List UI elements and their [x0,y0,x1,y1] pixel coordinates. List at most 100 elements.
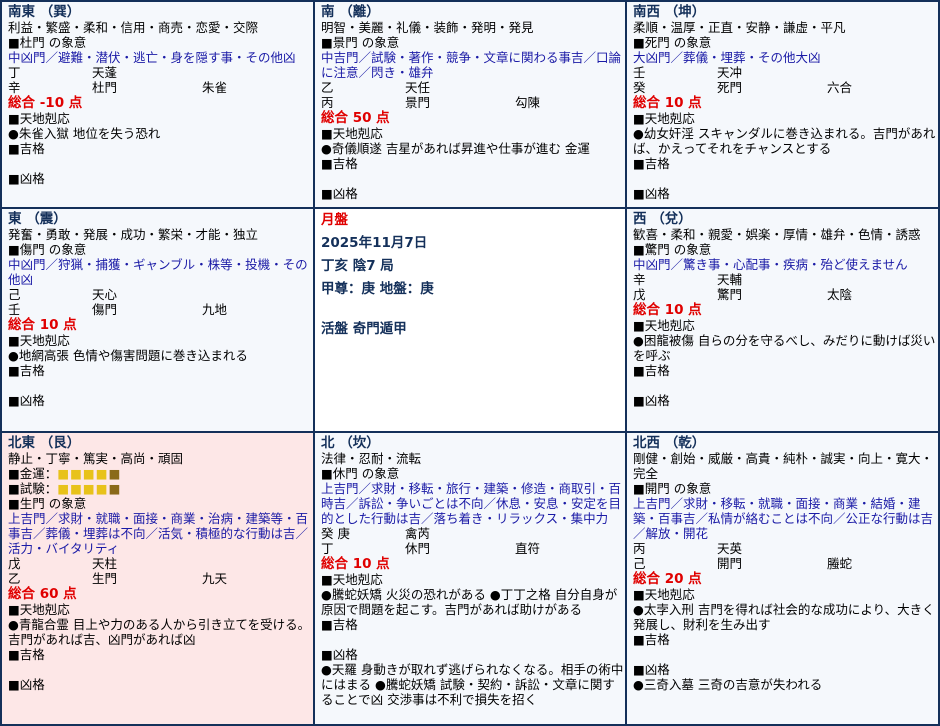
board-method: 活盤 奇門遁甲 [321,321,407,337]
door-heading: ■休門 の象意 [321,466,400,481]
door-heading: ■傷門 の象意 [8,242,87,257]
door-meaning: 上吉門／求財・移転・就職・面接・商業・結婚・建築・百事吉／私情が絡むことは不向／… [633,496,934,541]
cell-south: 南 （離） 明智・美麗・礼儀・装飾・発明・発見 ■景門 の象意 中吉門／試験・著… [315,2,627,209]
palace-row-2: 癸死門 六合 [633,80,853,95]
direction-title: 南西 （坤） [633,4,706,20]
exam-luck-meter: ■■■■■ [57,481,122,496]
response-text: ●騰蛇妖矯 火災の恐れがある ●丁丁之格 自分自身が原因で問題を起こす。吉門があ… [321,587,618,617]
bad-pattern-heading: ■凶格 [633,393,670,408]
direction-title: 北東 （艮） [8,435,81,451]
palace-row-1: 丙天英 [633,541,743,556]
cell-west: 西 （兌） 歓喜・柔和・親愛・娯楽・厚情・雄弁・色情・誘惑 ■驚門 の象意 中凶… [627,209,938,433]
total-score: 総合 20 点 [633,571,702,587]
bad-pattern-text: ●三奇入墓 三奇の吉意が失われる [633,677,823,692]
response-text: ●太孛入刑 吉門を得れば社会的な成功により、大きく発展し、財利を生み出す [633,602,935,632]
traits: 明智・美麗・礼儀・装飾・発明・発見 [321,20,534,35]
direction-title: 南 （離） [321,4,380,20]
response-heading: ■天地剋応 [321,572,383,587]
palace-row-2: 壬傷門 九地 [8,302,228,317]
door-heading: ■生門 の象意 [8,496,87,511]
good-pattern-heading: ■吉格 [8,647,45,662]
direction-title: 南東 （巽） [8,4,81,20]
response-heading: ■天地剋応 [8,602,70,617]
palace-row-2: 己開門 螣蛇 [633,556,853,571]
bad-pattern-text: ●天羅 身動きが取れず逃げられなくなる。相手の術中にはまる ●騰蛇妖矯 試験・契… [321,662,624,707]
money-luck-row: ■金運：■■■■■ [8,466,313,481]
good-pattern-heading: ■吉格 [321,156,358,171]
door-meaning: 中凶門／驚き事・心配事・疾病・殆ど使えません [633,257,908,272]
palace-row-1: 癸 庚禽芮 [321,526,431,541]
response-heading: ■天地剋応 [633,587,695,602]
total-score: 総合 -10 点 [8,95,83,111]
direction-title: 東 （震） [8,211,67,227]
palace-row-1: 壬天冲 [633,65,743,80]
palace-row-1: 丁天蓬 [8,65,118,80]
door-heading: ■杜門 の象意 [8,35,87,50]
door-heading: ■開門 の象意 [633,481,712,496]
palace-row-2: 丁休門 直符 [321,541,541,556]
board-date: 2025年11月7日 [321,235,428,251]
bad-pattern-heading: ■凶格 [8,677,45,692]
money-luck-label: ■金運： [8,466,58,481]
bad-pattern-heading: ■凶格 [8,393,45,408]
direction-title: 北 （坎） [321,435,380,451]
total-score: 総合 10 点 [633,95,702,111]
response-text: ●青龍合霊 目上や力のある人から引き立てを受ける。吉門があれば吉、凶門があれば凶 [8,617,311,647]
traits: 静止・丁寧・篤実・高尚・頑固 [8,451,184,466]
traits: 利益・繁盛・柔和・信用・商売・恋愛・交際 [8,20,259,35]
bad-pattern-heading: ■凶格 [321,186,358,201]
traits: 歓喜・柔和・親愛・娯楽・厚情・雄弁・色情・誘惑 [633,227,921,242]
bad-pattern-heading: ■凶格 [321,647,358,662]
cell-northwest: 北西 （乾） 剛健・創始・威厳・高貴・純朴・誠実・向上・寛大・完全 ■開門 の象… [627,433,938,724]
response-heading: ■天地剋応 [633,111,695,126]
good-pattern-heading: ■吉格 [8,141,45,156]
good-pattern-heading: ■吉格 [321,617,358,632]
response-text: ●朱雀入獄 地位を失う恐れ [8,126,161,141]
response-text: ●幼女奸淫 スキャンダルに巻き込まれる。吉門があれば、かえってそれをチャンスとす… [633,126,936,156]
door-heading: ■驚門 の象意 [633,242,712,257]
cell-center: 月盤 2025年11月7日 丁亥 陰7 局 甲尊：庚 地盤：庚 活盤 奇門遁甲 [315,209,627,433]
palace-row-2: 辛杜門 朱雀 [8,80,228,95]
total-score: 総合 10 点 [8,317,77,333]
total-score: 総合 10 点 [633,302,702,318]
cell-southeast: 南東 （巽） 利益・繁盛・柔和・信用・商売・恋愛・交際 ■杜門 の象意 中凶門／… [2,2,315,209]
board-type-label: 月盤 [321,212,348,228]
good-pattern-heading: ■吉格 [633,156,670,171]
exam-luck-row: ■試験：■■■■■ [8,481,313,496]
door-meaning: 中凶門／避難・潜伏・逃亡・身を隠す事・その他凶 [8,50,296,65]
palace-row-2: 戊驚門 太陰 [633,287,853,302]
response-text: ●困龍被傷 自らの分を守るべし、みだりに動けば災いを呼ぶ [633,333,936,363]
good-pattern-heading: ■吉格 [8,363,45,378]
door-heading: ■死門 の象意 [633,35,712,50]
door-meaning: 上吉門／求財・就職・面接・商業・治病・建築等・百事吉／葬儀・埋葬は不向／活気・積… [8,511,309,556]
response-text: ●奇儀順遂 吉星があれば昇進や仕事が進む 金運 [321,141,590,156]
cell-north: 北 （坎） 法律・忍耐・流転 ■休門 の象意 上吉門／求財・移転・旅行・建築・修… [315,433,627,724]
total-score: 総合 50 点 [321,110,390,126]
response-heading: ■天地剋応 [633,318,695,333]
exam-luck-label: ■試験： [8,481,58,496]
palace-row-2: 乙生門 九天 [8,571,228,586]
palace-row-2: 丙景門 勾陳 [321,95,541,110]
direction-title: 西 （兌） [633,211,692,227]
traits: 剛健・創始・威厳・高貴・純朴・誠実・向上・寛大・完全 [633,451,934,481]
good-pattern-heading: ■吉格 [633,632,670,647]
board-ganzhi: 丁亥 陰7 局 [321,258,394,274]
palace-row-1: 戊天柱 [8,556,118,571]
door-meaning: 上吉門／求財・移転・旅行・建築・修造・商取引・百時吉／訴訟・争いごとは不向／休息… [321,481,622,526]
door-meaning: 中凶門／狩猟・捕獲・ギャンブル・株等・投機・その他凶 [8,257,308,287]
door-heading: ■景門 の象意 [321,35,400,50]
money-luck-meter: ■■■■■ [57,466,122,481]
qimen-board: 南東 （巽） 利益・繁盛・柔和・信用・商売・恋愛・交際 ■杜門 の象意 中凶門／… [0,0,940,726]
traits: 発奮・勇敢・発展・成功・繁栄・才能・独立 [8,227,259,242]
bad-pattern-heading: ■凶格 [633,186,670,201]
cell-northeast: 北東 （艮） 静止・丁寧・篤実・高尚・頑固 ■金運：■■■■■ ■試験：■■■■… [2,433,315,724]
good-pattern-heading: ■吉格 [633,363,670,378]
palace-row-1: 乙天任 [321,80,431,95]
bad-pattern-heading: ■凶格 [633,662,670,677]
response-heading: ■天地剋応 [8,111,70,126]
response-text: ●地網高張 色情や傷害問題に巻き込まれる [8,348,248,363]
direction-title: 北西 （乾） [633,435,706,451]
palace-row-1: 己天心 [8,287,118,302]
total-score: 総合 60 点 [8,586,77,602]
response-heading: ■天地剋応 [8,333,70,348]
